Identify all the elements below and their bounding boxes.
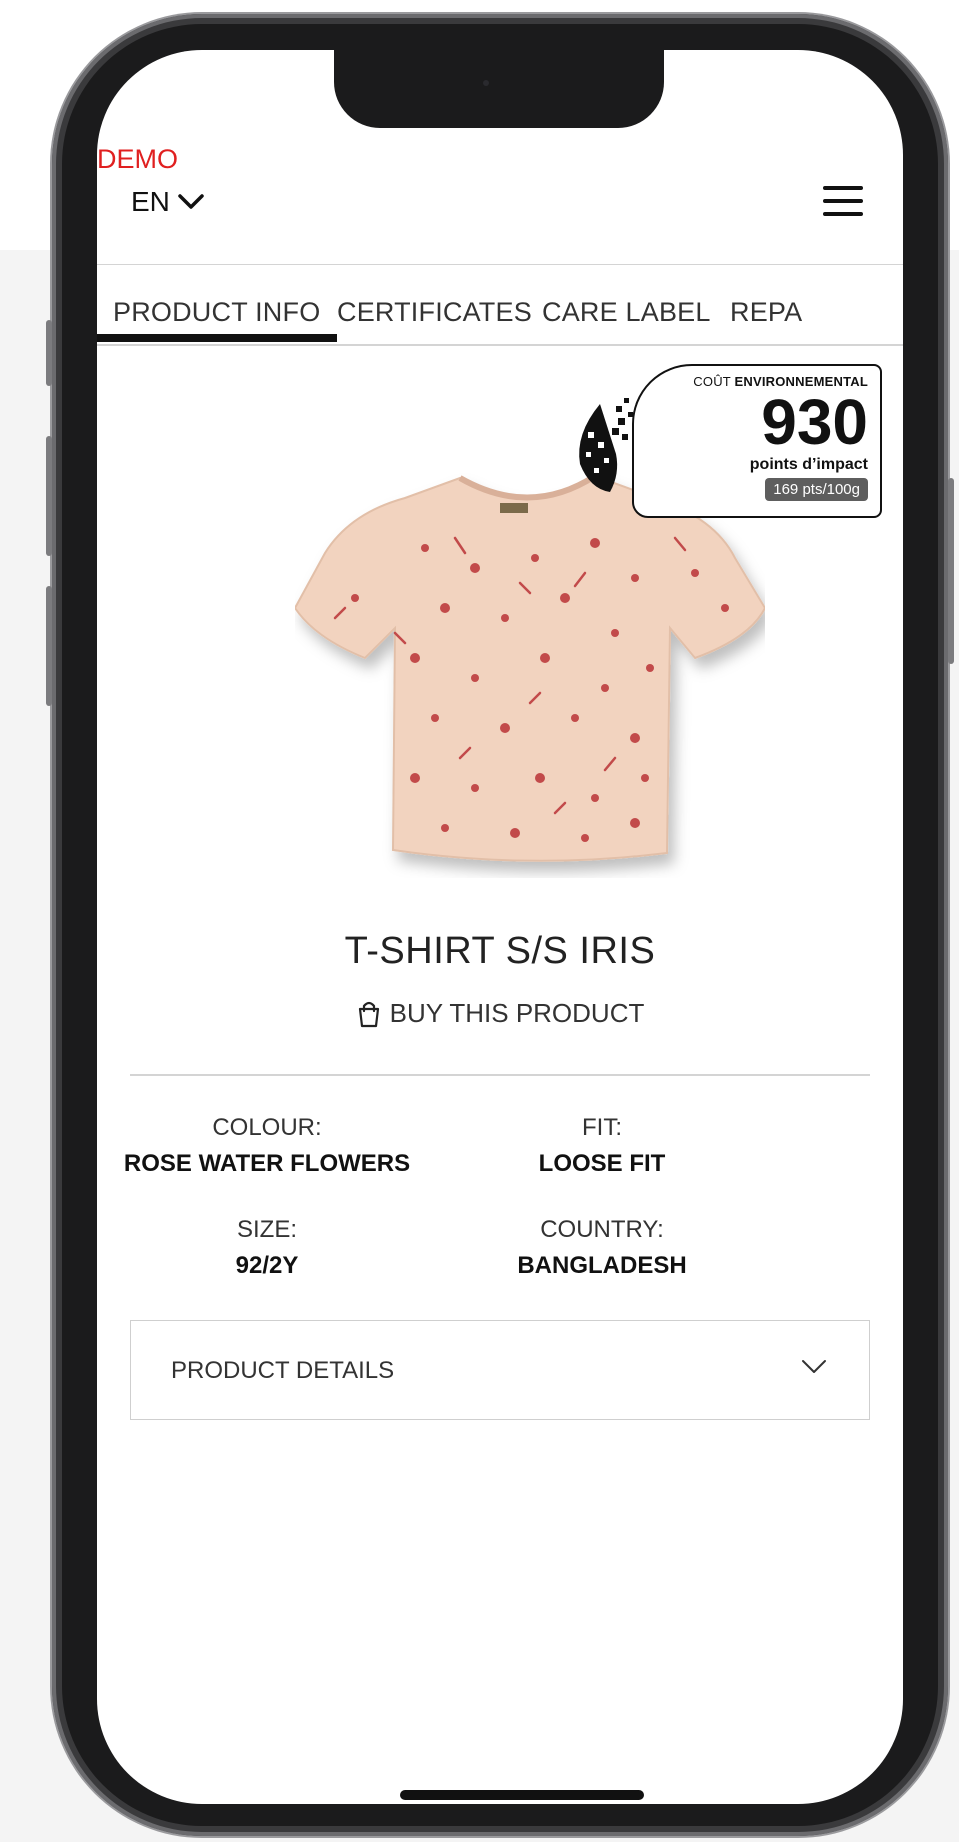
phone-screen: DEMO EN PRODUCT INFO CERTIFICATES CARE L… (97, 50, 903, 1804)
home-indicator[interactable] (400, 1790, 644, 1800)
eco-score-value: 930 (761, 386, 868, 458)
attribute-value: LOOSE FIT (538, 1150, 666, 1177)
language-selector[interactable]: EN (131, 186, 204, 218)
attribute-value: ROSE WATER FLOWERS (123, 1150, 411, 1177)
attribute-fit: FIT: LOOSE FIT (442, 1114, 762, 1178)
attribute-label: COLOUR: (212, 1114, 322, 1141)
tabs-divider (97, 344, 903, 346)
tab-care-label[interactable]: CARE LABEL (542, 297, 711, 328)
product-title: T-SHIRT S/S IRIS (344, 930, 656, 972)
eco-score-per-weight: 169 pts/100g (765, 478, 868, 501)
chevron-down-icon (802, 1360, 826, 1373)
attribute-size: SIZE: 92/2Y (107, 1216, 427, 1280)
attribute-value: BANGLADESH (517, 1252, 687, 1279)
phone-side-button (46, 320, 52, 386)
attribute-country: COUNTRY: BANGLADESH (442, 1216, 762, 1280)
phone-side-button (46, 436, 52, 556)
chevron-down-icon (178, 194, 204, 209)
attribute-label: FIT: (582, 1114, 622, 1141)
attribute-value: 92/2Y (235, 1252, 299, 1279)
tab-bar: PRODUCT INFO CERTIFICATES CARE LABEL REP… (97, 265, 903, 345)
buy-product-label: BUY THIS PRODUCT (389, 998, 645, 1028)
attribute-label: SIZE: (236, 1216, 297, 1243)
language-label: EN (131, 186, 170, 217)
shopping-bag-icon (358, 1001, 379, 1027)
product-details-accordion[interactable]: PRODUCT DETAILS (130, 1320, 870, 1420)
phone-side-button (46, 586, 52, 706)
product-details-label: PRODUCT DETAILS (171, 1357, 395, 1384)
attributes-divider (130, 1074, 870, 1076)
demo-label: DEMO (97, 144, 178, 174)
tab-certificates[interactable]: CERTIFICATES (337, 297, 532, 328)
camera-dot (483, 80, 489, 86)
active-tab-indicator (97, 334, 337, 342)
eco-leaf-icon (579, 398, 633, 492)
hamburger-menu-icon[interactable] (823, 186, 863, 216)
eco-score-unit: points d’impact (749, 456, 868, 473)
attribute-label: COUNTRY: (540, 1216, 664, 1243)
eco-score-box: COÛT ENVIRONNEMENTAL 930 points d’impact… (632, 364, 882, 518)
eco-score-badge: COÛT ENVIRONNEMENTAL 930 points d’impact… (570, 364, 882, 524)
buy-product-link[interactable]: BUY THIS PRODUCT (97, 998, 903, 1029)
tab-repair[interactable]: REPA (730, 297, 802, 328)
tab-product-info[interactable]: PRODUCT INFO (113, 297, 320, 328)
phone-notch (334, 50, 664, 128)
phone-side-button (948, 478, 954, 664)
attribute-colour: COLOUR: ROSE WATER FLOWERS (107, 1114, 427, 1178)
